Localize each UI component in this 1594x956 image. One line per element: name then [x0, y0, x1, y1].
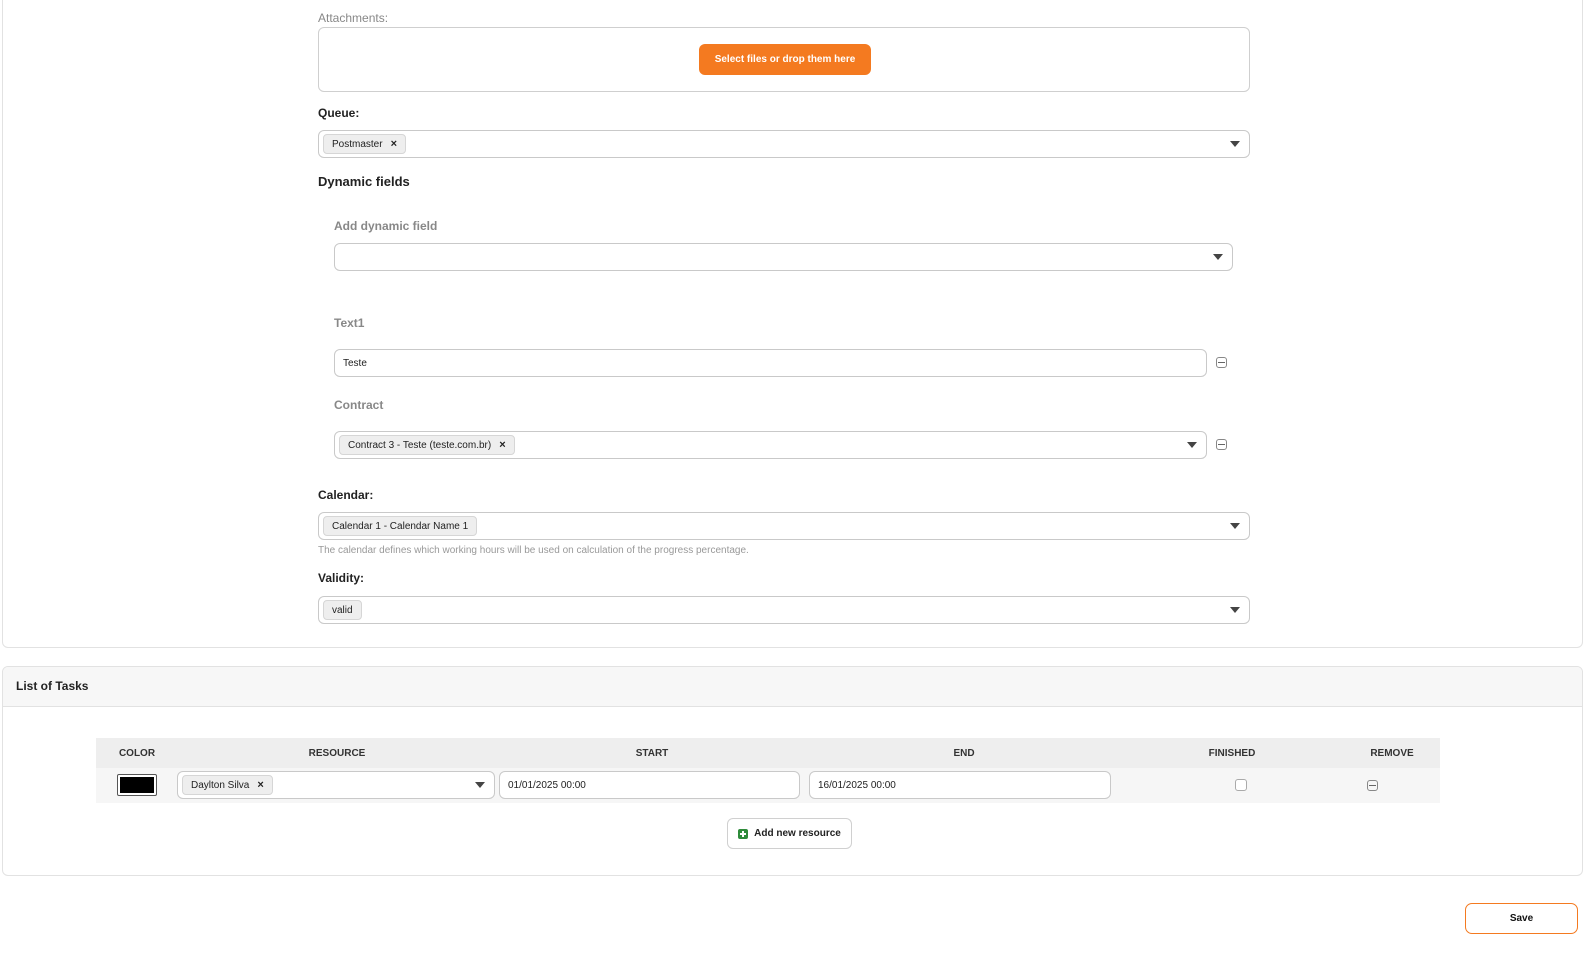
contract-chip: Contract 3 - Teste (teste.com.br) × — [339, 435, 515, 455]
validity-chip: valid — [323, 600, 362, 620]
chevron-down-icon[interactable] — [1230, 141, 1240, 147]
finished-checkbox[interactable] — [1235, 779, 1247, 791]
calendar-label: Calendar: — [318, 488, 374, 502]
chevron-down-icon[interactable] — [475, 782, 485, 788]
col-start: START — [635, 747, 669, 759]
validity-select[interactable]: valid — [318, 596, 1250, 624]
resource-select[interactable]: Daylton Silva × — [177, 771, 495, 799]
col-remove: REMOVE — [1370, 747, 1414, 759]
col-end: END — [953, 747, 975, 759]
add-new-resource-button[interactable]: Add new resource — [727, 818, 852, 849]
table-row: Daylton Silva × 01/01/2025 00:00 16/01/2… — [96, 768, 1440, 803]
contract-chip-label: Contract 3 - Teste (teste.com.br) — [348, 439, 492, 451]
remove-text1-icon[interactable] — [1216, 357, 1227, 368]
color-swatch — [120, 777, 154, 793]
queue-select[interactable]: Postmaster × — [318, 130, 1250, 158]
queue-chip-label: Postmaster — [332, 138, 383, 150]
text1-input[interactable]: Teste — [334, 349, 1207, 377]
add-dynamic-field-label: Add dynamic field — [334, 219, 438, 233]
queue-label: Queue: — [318, 106, 360, 120]
text1-label: Text1 — [334, 316, 365, 330]
col-finished: FINISHED — [1208, 747, 1256, 759]
remove-resource-icon[interactable] — [1367, 780, 1378, 791]
validity-label: Validity: — [318, 571, 365, 585]
remove-contract-icon[interactable] — [1216, 439, 1227, 450]
attachments-label: Attachments: — [318, 11, 389, 25]
chevron-down-icon[interactable] — [1230, 523, 1240, 529]
resource-chip: Daylton Silva × — [182, 775, 273, 795]
resource-chip-remove-icon[interactable]: × — [257, 779, 263, 791]
contract-select[interactable]: Contract 3 - Teste (teste.com.br) × — [334, 431, 1207, 459]
color-picker[interactable] — [117, 774, 157, 796]
tasks-panel-title: List of Tasks — [3, 667, 1582, 707]
calendar-chip-label: Calendar 1 - Calendar Name 1 — [332, 520, 469, 532]
queue-chip-remove-icon[interactable]: × — [391, 138, 397, 150]
add-dynamic-field-select[interactable] — [334, 243, 1233, 271]
ticket-form-panel — [2, 0, 1583, 648]
chevron-down-icon[interactable] — [1187, 442, 1197, 448]
validity-chip-label: valid — [332, 604, 353, 616]
resource-chip-label: Daylton Silva — [191, 779, 250, 791]
dynamic-fields-heading: Dynamic fields — [318, 174, 410, 189]
chevron-down-icon[interactable] — [1230, 607, 1240, 613]
end-date-input[interactable]: 16/01/2025 00:00 — [809, 771, 1111, 799]
select-files-button[interactable]: Select files or drop them here — [699, 44, 871, 75]
contract-chip-remove-icon[interactable]: × — [499, 439, 505, 451]
tasks-table: COLOR RESOURCE START END FINISHED REMOVE… — [96, 738, 1440, 803]
calendar-hint: The calendar defines which working hours… — [318, 545, 749, 556]
tasks-table-header: COLOR RESOURCE START END FINISHED REMOVE — [96, 738, 1440, 768]
start-date-input[interactable]: 01/01/2025 00:00 — [499, 771, 800, 799]
calendar-select[interactable]: Calendar 1 - Calendar Name 1 — [318, 512, 1250, 540]
chevron-down-icon[interactable] — [1213, 254, 1223, 260]
plus-icon — [738, 828, 749, 839]
col-color: COLOR — [118, 747, 156, 759]
calendar-chip: Calendar 1 - Calendar Name 1 — [323, 516, 478, 536]
queue-chip: Postmaster × — [323, 134, 407, 154]
save-button[interactable]: Save — [1465, 903, 1578, 934]
col-resource: RESOURCE — [308, 747, 366, 759]
add-new-resource-label: Add new resource — [754, 828, 841, 839]
contract-label: Contract — [334, 398, 384, 412]
